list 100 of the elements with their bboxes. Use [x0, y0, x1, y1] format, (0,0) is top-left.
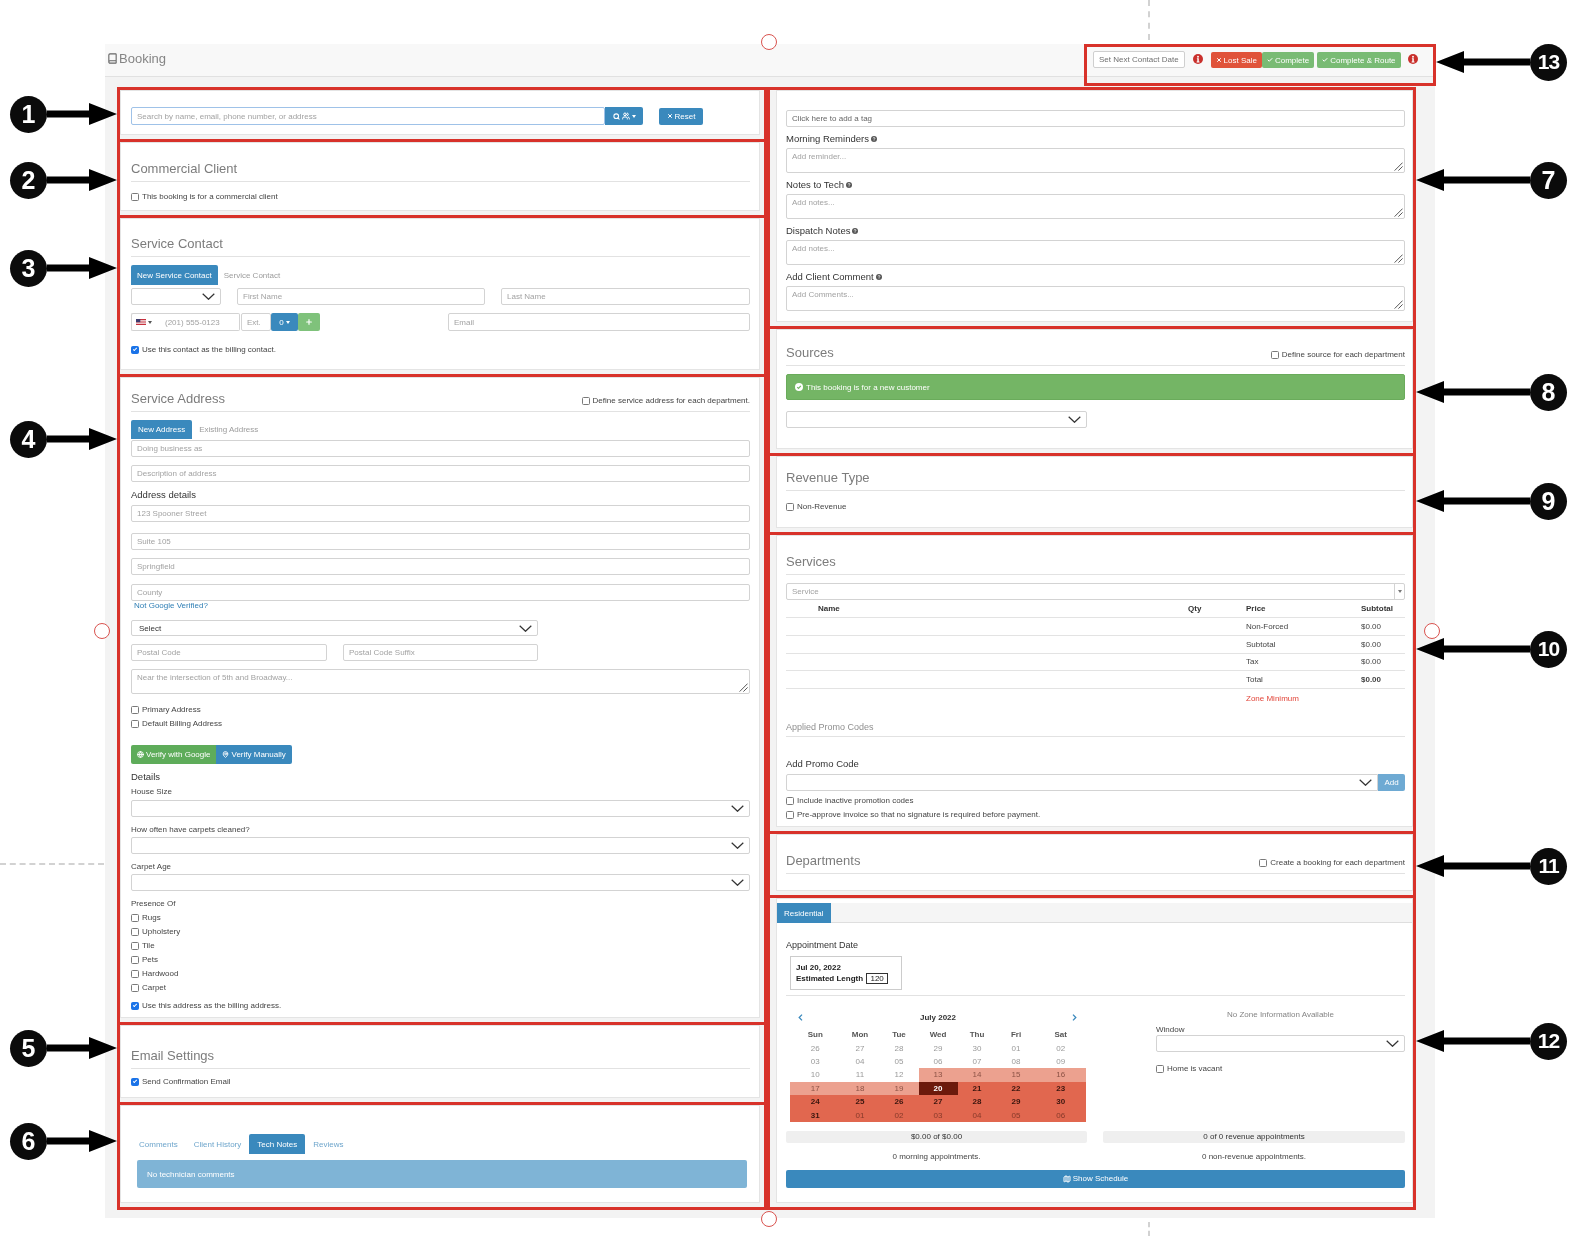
- info-icon[interactable]: [1192, 54, 1203, 64]
- verify-button[interactable]: Verify with Google: [131, 745, 217, 764]
- checkbox[interactable]: [131, 956, 139, 964]
- calendar-day[interactable]: 06: [1035, 1108, 1086, 1122]
- select-field[interactable]: [131, 800, 750, 817]
- verify-button[interactable]: Verify Manually: [216, 745, 292, 764]
- checkbox[interactable]: [131, 914, 139, 922]
- tab[interactable]: Service Contact: [217, 265, 287, 285]
- search-field[interactable]: Search by name, email, phone number, or address: [131, 107, 605, 125]
- checkbox[interactable]: [1270, 351, 1279, 359]
- help-icon[interactable]: [845, 182, 852, 188]
- checkbox[interactable]: [131, 1002, 139, 1010]
- calendar-day[interactable]: 04: [957, 1108, 997, 1122]
- calendar-day[interactable]: 06: [918, 1054, 958, 1069]
- calendar-day[interactable]: 13: [918, 1068, 958, 1082]
- notes-field[interactable]: Add reminder...: [786, 148, 1405, 173]
- selection-handle-icon[interactable]: [761, 1211, 777, 1227]
- calendar-day[interactable]: 01: [996, 1041, 1036, 1055]
- checkbox[interactable]: [131, 928, 139, 936]
- postal-suffix-field[interactable]: Postal Code Suffix: [343, 644, 538, 661]
- calendar-day[interactable]: 04: [840, 1054, 880, 1069]
- calendar-day[interactable]: 28: [879, 1041, 919, 1055]
- checkbox[interactable]: [131, 720, 139, 728]
- select-field[interactable]: [131, 837, 750, 854]
- tab[interactable]: New Address: [131, 420, 193, 439]
- business-name-field[interactable]: Doing business as: [131, 440, 750, 457]
- help-icon[interactable]: [852, 228, 859, 234]
- last-name-field[interactable]: Last Name: [501, 288, 750, 305]
- chevron-right-icon[interactable]: [1072, 1013, 1077, 1021]
- checkbox[interactable]: [131, 984, 139, 992]
- calendar-day[interactable]: 10: [790, 1068, 841, 1082]
- calendar-day[interactable]: 11: [840, 1068, 880, 1082]
- first-name-field[interactable]: First Name: [237, 288, 485, 305]
- calendar-day[interactable]: 27: [840, 1041, 880, 1055]
- selection-handle-icon[interactable]: [94, 623, 110, 639]
- county-field[interactable]: County: [131, 584, 750, 601]
- resize-grip-icon[interactable]: [1394, 208, 1403, 217]
- resize-grip-icon[interactable]: [1394, 300, 1403, 309]
- calendar-day[interactable]: 07: [957, 1054, 997, 1069]
- action-button[interactable]: Complete & Route: [1317, 52, 1401, 68]
- calendar-day[interactable]: 19: [879, 1081, 919, 1095]
- calendar-day[interactable]: 05: [996, 1108, 1036, 1122]
- calendar-day[interactable]: 12: [879, 1068, 919, 1082]
- calendar-day[interactable]: 17: [790, 1081, 841, 1095]
- calendar-day[interactable]: 03: [790, 1054, 841, 1069]
- checkbox[interactable]: [131, 970, 139, 978]
- description-field[interactable]: Description of address: [131, 465, 750, 482]
- resize-grip-icon[interactable]: [739, 683, 748, 692]
- action-button[interactable]: Lost Sale: [1210, 52, 1262, 68]
- calendar-day[interactable]: 08: [996, 1054, 1036, 1069]
- checkbox[interactable]: [786, 503, 794, 511]
- notes-field[interactable]: Add Comments...: [786, 286, 1405, 311]
- calendar-day[interactable]: 29: [918, 1041, 958, 1055]
- tab[interactable]: Client History: [185, 1134, 250, 1154]
- calendar-day[interactable]: 15: [996, 1068, 1036, 1082]
- resize-grip-icon[interactable]: [1394, 254, 1403, 263]
- chevron-left-icon[interactable]: [798, 1013, 803, 1021]
- extension-field[interactable]: Ext.: [241, 313, 271, 331]
- length-field[interactable]: 120: [866, 973, 889, 984]
- calendar-day[interactable]: 16: [1035, 1068, 1086, 1082]
- checkbox[interactable]: [131, 706, 139, 714]
- calendar-day[interactable]: 30: [957, 1041, 997, 1055]
- notes-field[interactable]: Add notes...: [786, 240, 1405, 265]
- tag-field[interactable]: Click here to add a tag: [786, 110, 1405, 127]
- directions-field[interactable]: Near the intersection of 5th and Broadway...: [131, 669, 750, 694]
- checkbox[interactable]: [786, 811, 794, 819]
- resize-grip-icon[interactable]: [1394, 162, 1403, 171]
- checkbox[interactable]: [131, 346, 139, 354]
- checkbox[interactable]: [786, 797, 794, 805]
- unit-field[interactable]: Suite 105: [131, 533, 750, 550]
- search-button[interactable]: [605, 107, 643, 125]
- tab[interactable]: Reviews: [305, 1134, 352, 1154]
- service-field[interactable]: Service: [786, 583, 1405, 600]
- tab[interactable]: Comments: [131, 1134, 186, 1154]
- calendar-day[interactable]: 02: [1035, 1041, 1086, 1055]
- action-button[interactable]: Complete: [1261, 52, 1315, 68]
- postal-code-field[interactable]: Postal Code: [131, 644, 327, 661]
- help-icon[interactable]: [870, 136, 877, 142]
- tab[interactable]: Residential: [777, 903, 831, 923]
- tab[interactable]: Tech Notes: [249, 1134, 306, 1154]
- help-icon[interactable]: [875, 274, 882, 280]
- calendar-day[interactable]: 05: [879, 1054, 919, 1069]
- checkbox[interactable]: [131, 942, 139, 950]
- phone-type-dropdown[interactable]: 0: [271, 313, 298, 331]
- calendar-day[interactable]: 31: [790, 1108, 841, 1122]
- checkbox[interactable]: [1259, 859, 1268, 867]
- verification-link[interactable]: Not Google Verified?: [134, 601, 208, 611]
- calendar-day[interactable]: 14: [957, 1068, 997, 1082]
- notes-field[interactable]: Add notes...: [786, 194, 1405, 219]
- info-icon[interactable]: [1407, 54, 1418, 64]
- calendar-day[interactable]: 03: [918, 1108, 958, 1122]
- checkbox[interactable]: [131, 193, 139, 201]
- reset-button[interactable]: Reset: [659, 107, 703, 125]
- selection-handle-icon[interactable]: [1424, 623, 1440, 639]
- email-field[interactable]: Email: [448, 313, 750, 331]
- tab[interactable]: New Service Contact: [131, 265, 218, 285]
- checkbox[interactable]: [131, 1078, 139, 1086]
- selection-handle-icon[interactable]: [761, 34, 777, 50]
- calendar-day[interactable]: 02: [879, 1108, 919, 1122]
- add-button[interactable]: Add: [1378, 774, 1405, 791]
